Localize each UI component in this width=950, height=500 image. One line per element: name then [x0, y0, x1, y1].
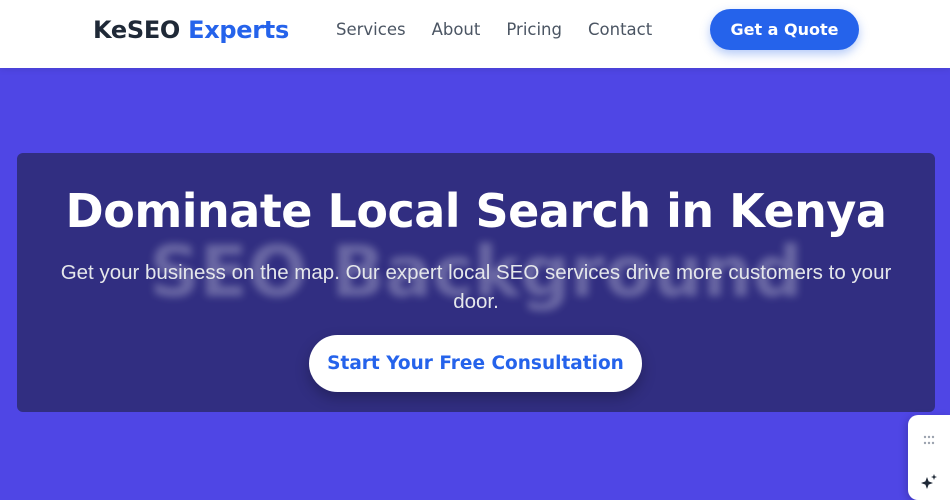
hero-subtitle: Get your business on the map. Our expert…	[60, 261, 892, 313]
logo-text-primary: KeSEO	[93, 16, 181, 44]
start-consultation-button[interactable]: Start Your Free Consultation	[309, 335, 642, 392]
hero-section: SEO Background Dominate Local Search in …	[0, 68, 950, 500]
hero-card: SEO Background Dominate Local Search in …	[17, 153, 935, 412]
grip-dots-icon[interactable]	[923, 435, 935, 445]
logo-text-accent: Experts	[188, 16, 289, 44]
nav-link-pricing[interactable]: Pricing	[506, 20, 562, 39]
site-header: KeSEO Experts Services About Pricing Con…	[0, 0, 950, 68]
nav-link-services[interactable]: Services	[336, 20, 406, 39]
site-logo[interactable]: KeSEO Experts	[93, 16, 289, 44]
get-quote-button[interactable]: Get a Quote	[710, 9, 859, 50]
main-nav: Services About Pricing Contact	[336, 20, 652, 39]
hero-title: Dominate Local Search in Kenya	[65, 184, 887, 238]
sparkle-icon[interactable]	[920, 473, 938, 491]
nav-link-contact[interactable]: Contact	[588, 20, 652, 39]
floating-assistant-widget[interactable]	[908, 415, 950, 500]
nav-link-about[interactable]: About	[432, 20, 481, 39]
